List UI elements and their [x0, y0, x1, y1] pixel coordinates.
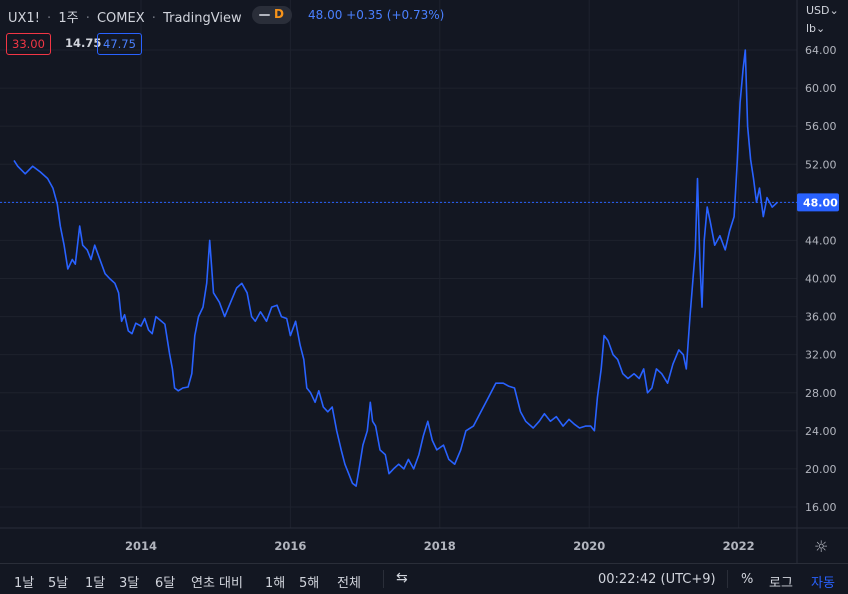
clock-label[interactable]: 00:22:42 (UTC+9)	[598, 572, 716, 587]
divider	[727, 570, 728, 588]
log-toggle[interactable]: 로그	[769, 572, 793, 591]
y-tick-label: 44.00	[805, 234, 837, 247]
last-price-label: 48.00	[803, 196, 838, 209]
x-tick-label: 2022	[723, 539, 755, 553]
currency-selector[interactable]: USD⌄	[806, 4, 839, 17]
last-price-tag: 48.00	[797, 193, 839, 212]
chart-grid	[0, 0, 848, 563]
y-tick-label: 32.00	[805, 349, 837, 362]
minus-icon	[259, 14, 270, 16]
y-tick-label: 64.00	[805, 44, 837, 57]
bottom-toolbar: 1날 5날 1달 3달 6달 연초 대비 1해 5해 전체 ⇆ 00:22:42…	[0, 563, 848, 594]
chevron-down-icon: ⌄	[829, 4, 839, 17]
buy-price-box[interactable]: 47.75	[97, 33, 142, 55]
interval-label[interactable]: 1주	[58, 11, 78, 26]
y-axis[interactable]: 64.00 60.00 56.00 52.00 48.00 44.00 40.00 36.00…	[805, 44, 837, 514]
y-tick-label: 20.00	[805, 463, 837, 476]
price-chart[interactable]: 64.00 60.00 56.00 52.00 48.00 44.00 40.00 36.00…	[0, 0, 848, 593]
y-tick-label: 24.00	[805, 425, 837, 438]
chevron-down-icon: ⌄	[816, 22, 826, 35]
source-label: TradingView	[163, 11, 242, 26]
range-all[interactable]: 전체	[337, 572, 361, 591]
range-5d[interactable]: 5날	[48, 572, 68, 591]
symbol-name[interactable]: UX1!	[8, 11, 40, 26]
x-tick-label: 2014	[125, 539, 157, 553]
auto-toggle[interactable]: 자동	[811, 572, 835, 591]
x-tick-label: 2020	[573, 539, 605, 553]
currency-label: USD	[806, 4, 830, 17]
unit-selector[interactable]: lb⌄	[806, 22, 825, 35]
price-quote: 48.00 +0.35 (+0.73%)	[308, 8, 445, 22]
unit-label: lb	[806, 22, 817, 35]
x-tick-label: 2016	[274, 539, 306, 553]
delayed-icon: D	[274, 7, 284, 21]
range-1m[interactable]: 1달	[85, 572, 105, 591]
y-tick-label: 16.00	[805, 501, 837, 514]
range-1y[interactable]: 1해	[265, 572, 285, 591]
x-tick-label: 2018	[424, 539, 456, 553]
y-tick-label: 56.00	[805, 120, 837, 133]
x-axis[interactable]: 2014 2016 2018 2020 2022	[125, 539, 755, 553]
y-tick-label: 28.00	[805, 387, 837, 400]
range-5y[interactable]: 5해	[299, 572, 319, 591]
header-separator: ·	[85, 11, 90, 26]
header-separator: ·	[47, 11, 52, 26]
gear-icon[interactable]: ☼	[814, 537, 828, 556]
range-1d[interactable]: 1날	[14, 572, 34, 591]
y-tick-label: 52.00	[805, 158, 837, 171]
price-line	[13, 49, 778, 487]
y-tick-label: 36.00	[805, 311, 837, 324]
header-separator: ·	[151, 11, 156, 26]
y-tick-label: 40.00	[805, 273, 837, 286]
symbol-header[interactable]: UX1! · 1주 · COMEX · TradingView	[8, 7, 245, 26]
sell-price-box[interactable]: 33.00	[6, 33, 51, 55]
y-tick-label: 60.00	[805, 82, 837, 95]
range-3m[interactable]: 3달	[119, 572, 139, 591]
percent-toggle[interactable]: %	[741, 572, 753, 587]
range-6m[interactable]: 6달	[155, 572, 175, 591]
exchange-label: COMEX	[96, 11, 145, 26]
divider	[383, 570, 384, 588]
calendar-goto-icon[interactable]: ⇆	[396, 570, 408, 586]
delayed-data-badge[interactable]: D	[252, 6, 292, 24]
range-ytd[interactable]: 연초 대비	[191, 572, 243, 591]
